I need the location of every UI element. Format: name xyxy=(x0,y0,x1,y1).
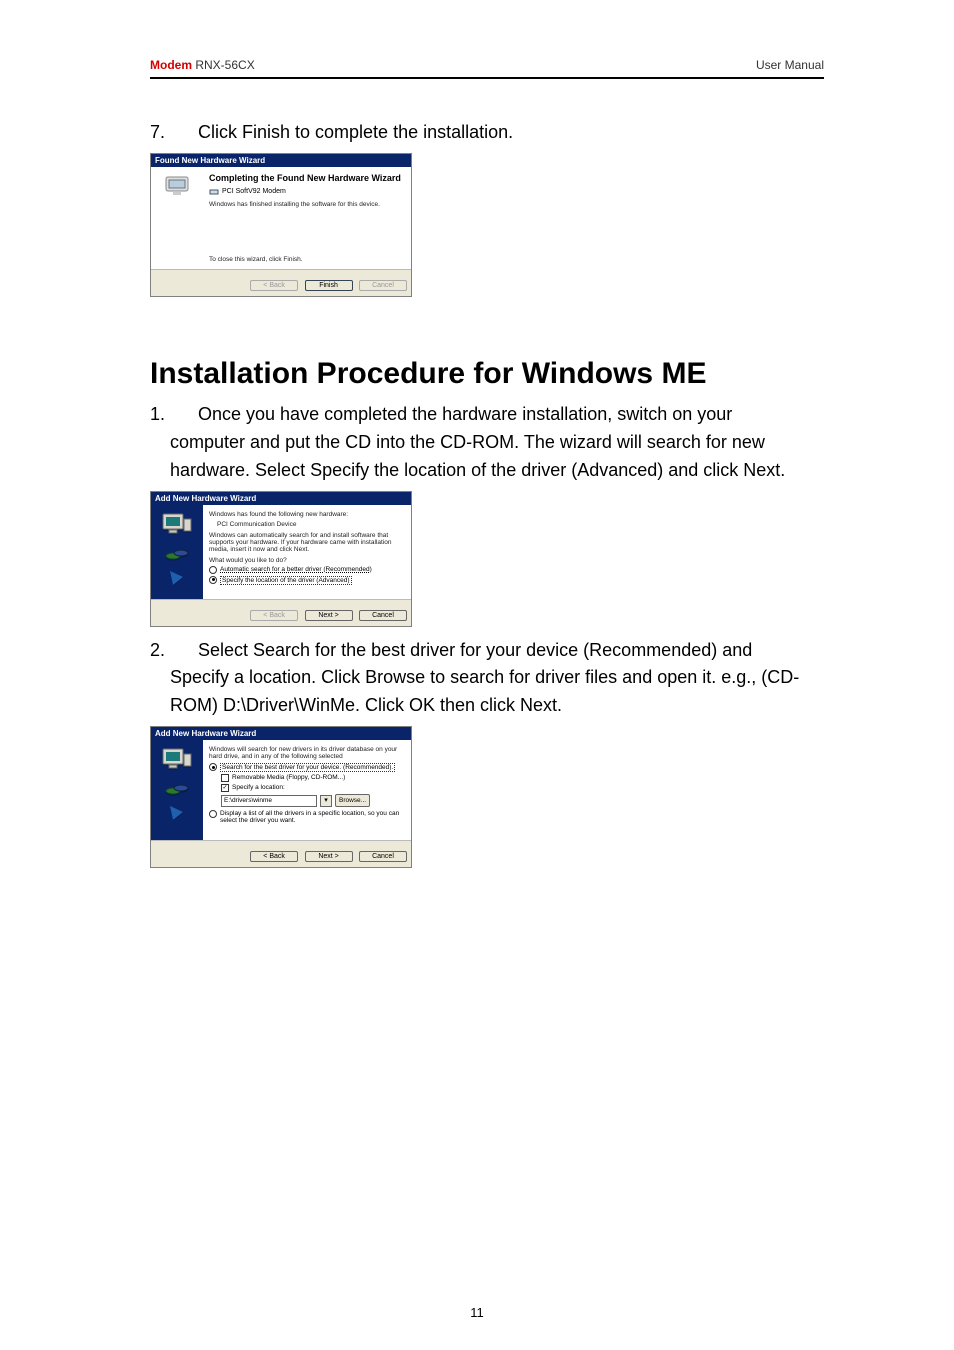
cancel-button-2[interactable]: Cancel xyxy=(359,610,407,621)
found-new-hardware-wizard: Found New Hardware Wizard Completing the… xyxy=(150,153,412,297)
back-button-2[interactable]: < Back xyxy=(250,610,298,621)
next-button-2[interactable]: Next > xyxy=(305,610,353,621)
header-right: User Manual xyxy=(756,58,824,72)
cancel-button[interactable]: Cancel xyxy=(359,280,407,291)
wizard-info-1: Windows has finished installing the soft… xyxy=(209,201,403,208)
radio-specify[interactable]: Specify the location of the driver (Adva… xyxy=(209,576,403,585)
step7-text: Click Finish to complete the installatio… xyxy=(198,119,513,147)
wizard-sidebar xyxy=(151,167,203,269)
radio-automatic-label: Automatic search for a better driver (Re… xyxy=(220,566,372,573)
location-input[interactable]: E:\drivers\winme xyxy=(221,795,317,807)
step7-number: 7. xyxy=(150,119,198,147)
disks-icon xyxy=(164,782,190,798)
page-number: 11 xyxy=(0,1305,954,1320)
checkbox-removable[interactable]: Removable Media (Floppy, CD-ROM...) xyxy=(221,774,403,782)
wizard2-question: What would you like to do? xyxy=(209,557,403,564)
computer-icon xyxy=(160,511,194,541)
add-new-hardware-wizard-1: Add New Hardware Wizard Windows has xyxy=(150,491,412,627)
disks-icon xyxy=(164,547,190,563)
ribbon-icon xyxy=(167,804,187,824)
radio-specify-label: Specify the location of the driver (Adva… xyxy=(220,576,352,585)
add-new-hardware-wizard-2: Add New Hardware Wizard Windows wil xyxy=(150,726,412,868)
next-button-3[interactable]: Next > xyxy=(305,851,353,862)
checkbox-specify-location[interactable]: Specify a location: xyxy=(221,784,403,792)
section-heading: Installation Procedure for Windows ME xyxy=(150,357,824,391)
radio-display-list-label: Display a list of all the drivers in a s… xyxy=(220,810,403,824)
ribbon-icon xyxy=(167,569,187,589)
wizard-heading: Completing the Found New Hardware Wizard xyxy=(209,173,403,183)
computer-icon xyxy=(160,746,194,776)
step1-first-line: Once you have completed the hardware ins… xyxy=(198,401,824,429)
wizard-titlebar-2: Add New Hardware Wizard xyxy=(151,492,411,505)
back-button[interactable]: < Back xyxy=(250,280,298,291)
checkbox-box-empty xyxy=(221,774,229,782)
finish-button[interactable]: Finish xyxy=(305,280,353,291)
step2-rest: Specify a location. Click Browse to sear… xyxy=(150,664,824,720)
wizard-titlebar: Found New Hardware Wizard xyxy=(151,154,411,167)
brand-label: Modem xyxy=(150,58,192,72)
radio-dot-selected xyxy=(209,576,217,584)
wizard-sidebar-me xyxy=(151,505,203,599)
device-label-2: PCI Communication Device xyxy=(217,521,403,528)
found-text: Windows has found the following new hard… xyxy=(209,511,403,518)
header-divider xyxy=(150,77,824,79)
step1-number: 1. xyxy=(150,401,198,429)
browse-button[interactable]: Browse... xyxy=(335,794,370,807)
modem-icon xyxy=(209,187,219,197)
radio-dot-selected-3 xyxy=(209,763,217,771)
radio-dot-unselected xyxy=(209,566,217,574)
step2-first-line: Select Search for the best driver for yo… xyxy=(198,637,824,665)
wizard2-para: Windows can automatically search for and… xyxy=(209,532,403,553)
cancel-button-3[interactable]: Cancel xyxy=(359,851,407,862)
step2-number: 2. xyxy=(150,637,198,665)
radio-automatic[interactable]: Automatic search for a better driver (Re… xyxy=(209,566,403,574)
wizard3-para: Windows will search for new drivers in i… xyxy=(209,746,403,760)
header-left: Modem RNX-56CX xyxy=(150,58,255,72)
step1-rest: computer and put the CD into the CD-ROM.… xyxy=(150,429,824,485)
wizard-info-2: To close this wizard, click Finish. xyxy=(209,256,403,263)
radio-best-driver-label: Search for the best driver for your devi… xyxy=(220,763,395,772)
device-label: PCI SoftV92 Modem xyxy=(222,188,286,195)
checkbox-removable-label: Removable Media (Floppy, CD-ROM...) xyxy=(232,774,345,781)
checkbox-specify-label: Specify a location: xyxy=(232,784,285,791)
radio-display-list[interactable]: Display a list of all the drivers in a s… xyxy=(209,810,403,824)
checkbox-box-checked xyxy=(221,784,229,792)
device-icon xyxy=(162,171,192,201)
wizard-titlebar-3: Add New Hardware Wizard xyxy=(151,727,411,740)
dropdown-arrow-icon[interactable]: ▾ xyxy=(320,795,332,807)
radio-dot-unselected-3 xyxy=(209,810,217,818)
back-button-3[interactable]: < Back xyxy=(250,851,298,862)
wizard-sidebar-me-2 xyxy=(151,740,203,840)
model-label: RNX-56CX xyxy=(195,58,254,72)
radio-best-driver[interactable]: Search for the best driver for your devi… xyxy=(209,763,403,772)
